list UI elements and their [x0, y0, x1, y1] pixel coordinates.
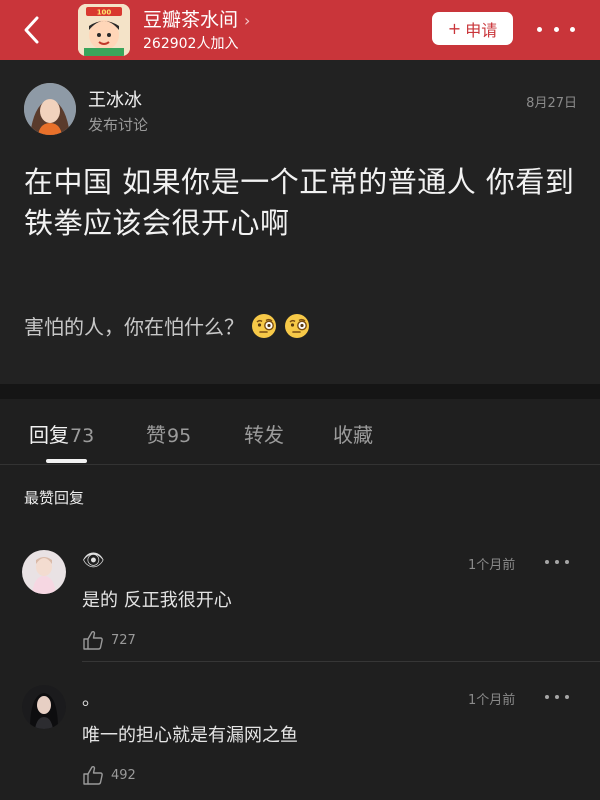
group-chevron-icon: ›: [244, 11, 251, 30]
more-dots-icon[interactable]: [537, 17, 575, 41]
dot: [537, 26, 542, 32]
comment-author[interactable]: 。: [82, 685, 100, 711]
tab-forward[interactable]: 转发: [244, 419, 284, 448]
top-replies-label: 最赞回复: [24, 489, 85, 507]
tab-label: 赞: [146, 423, 166, 447]
thumbs-up-icon: [83, 765, 103, 785]
tab-likes[interactable]: 赞95: [146, 419, 191, 448]
author-name[interactable]: 王冰冰: [88, 86, 142, 112]
comment-divider: [82, 661, 600, 662]
comments-section: 最赞回复 👁 1个月前 是的 反正我很开心 727 。 1个月前 唯一的担心就是…: [0, 465, 600, 800]
dot: [545, 695, 549, 699]
like-button[interactable]: 727: [82, 630, 136, 650]
back-chevron-icon: [24, 16, 39, 44]
back-button[interactable]: [14, 12, 50, 48]
plus-icon: +: [447, 19, 462, 38]
tab-count: 95: [167, 425, 192, 447]
like-count: 492: [111, 767, 136, 783]
like-button[interactable]: 492: [82, 765, 136, 785]
group-header: 100 豆瓣茶水间 › 262902人加入 + 申请: [0, 0, 600, 60]
user-avatar[interactable]: [22, 550, 66, 594]
group-name-text: 豆瓣茶水间: [143, 9, 239, 31]
douban-teahouse-logo[interactable]: 100: [78, 4, 130, 56]
dot: [555, 695, 559, 699]
dot: [570, 26, 575, 32]
monocle-face-emoji: [252, 313, 276, 338]
post-title: 在中国 如果你是一个正常的普通人 你看到铁拳应该会很开心啊: [24, 165, 575, 240]
group-name[interactable]: 豆瓣茶水间 ›: [143, 5, 250, 32]
dot: [565, 560, 569, 564]
monocle-face-emoji: [285, 313, 309, 338]
tab-label: 转发: [244, 423, 284, 447]
comment-time: 1个月前: [468, 693, 516, 708]
post-date: 8月27日: [526, 96, 577, 111]
post-type-label: 发布讨论: [88, 116, 149, 134]
user-avatar[interactable]: [22, 685, 66, 729]
post-card: 王冰冰 发布讨论 8月27日 在中国 如果你是一个正常的普通人 你看到铁拳应该会…: [0, 60, 600, 384]
dot: [553, 26, 559, 32]
dot: [555, 560, 559, 564]
tab-count: 73: [70, 425, 95, 447]
app-screen: 100 豆瓣茶水间 › 262902人加入 + 申请 王冰冰 发布讨论 8月27…: [0, 0, 600, 800]
more-dots-icon[interactable]: [545, 693, 569, 701]
dot: [565, 695, 569, 699]
comment-text: 唯一的担心就是有漏网之鱼: [82, 725, 298, 746]
comment-text: 是的 反正我很开心: [82, 590, 232, 611]
group-member-count: 262902人加入: [143, 36, 239, 52]
join-label: 申请: [465, 20, 498, 40]
author-avatar[interactable]: [24, 83, 76, 135]
tab-label: 回复: [29, 423, 69, 447]
more-dots-icon[interactable]: [545, 558, 569, 566]
thumbs-up-icon: [83, 630, 103, 650]
svg-text:100: 100: [97, 9, 112, 17]
tab-replies[interactable]: 回复73: [29, 419, 94, 448]
join-group-button[interactable]: + 申请: [432, 12, 513, 45]
dot: [545, 560, 549, 564]
post-body-text: 害怕的人，你在怕什么？: [24, 315, 244, 339]
post-body: 害怕的人，你在怕什么？: [24, 311, 310, 340]
comment-author[interactable]: 👁: [82, 550, 105, 571]
active-tab-indicator: [46, 459, 87, 463]
comment-time: 1个月前: [468, 558, 516, 573]
like-count: 727: [111, 632, 136, 648]
tab-collect[interactable]: 收藏: [333, 419, 373, 448]
section-separator: [0, 384, 600, 399]
post-tabs: 回复73 赞95 转发 收藏: [0, 399, 600, 467]
tab-label: 收藏: [333, 423, 373, 447]
